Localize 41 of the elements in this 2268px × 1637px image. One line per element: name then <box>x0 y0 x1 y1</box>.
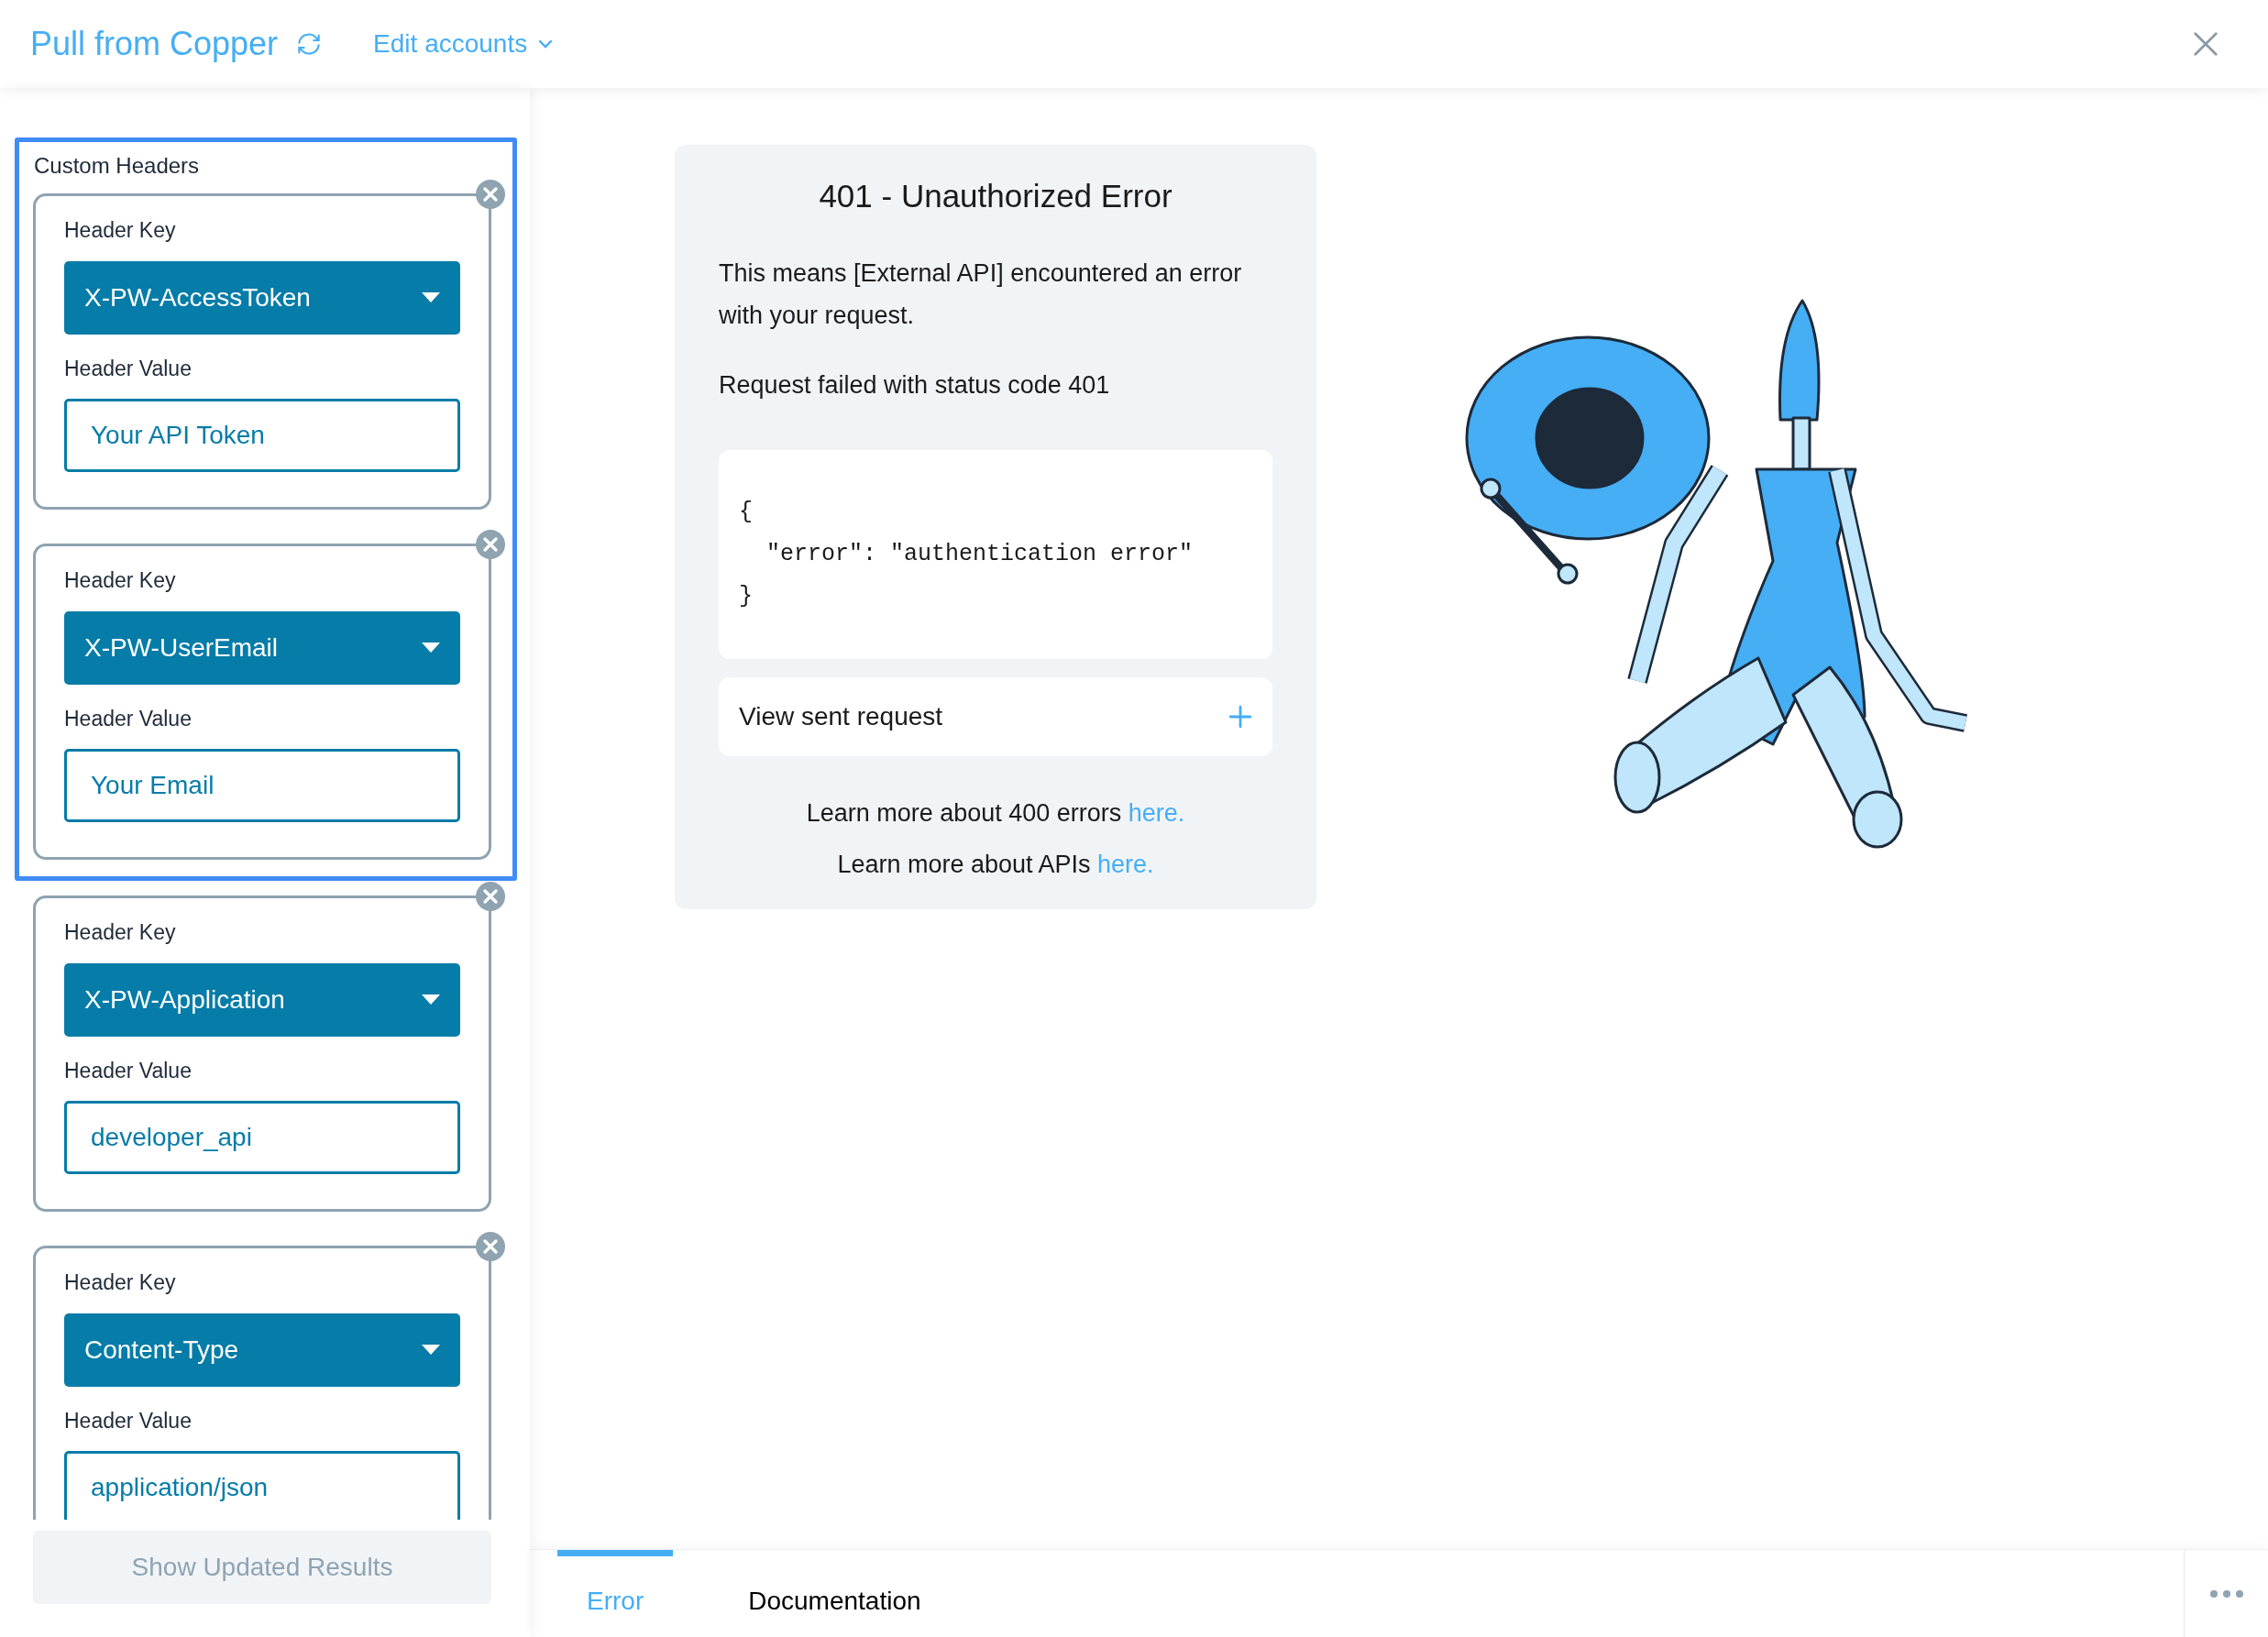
field-label: Header Key <box>64 567 177 594</box>
header-value-input[interactable]: developer_api <box>64 1101 460 1174</box>
remove-icon[interactable] <box>476 1232 505 1261</box>
field-label: Header Value <box>64 355 193 382</box>
view-sent-request-button[interactable]: View sent request <box>719 676 1272 756</box>
more-options-icon[interactable] <box>2208 1588 2244 1599</box>
field-label: Header Value <box>64 705 193 732</box>
field-label: Header Value <box>64 1407 193 1434</box>
code-line: { <box>739 497 754 527</box>
learn-more-text: Learn more about 400 errors here. <box>806 797 1185 829</box>
caret-icon <box>422 1344 440 1356</box>
tab[interactable]: Documentation <box>719 1550 951 1637</box>
header-value-input[interactable]: Your Email <box>64 749 460 822</box>
remove-icon[interactable] <box>476 530 505 559</box>
field-label: Header Key <box>64 919 177 946</box>
header-key-dropdown[interactable]: X-PW-UserEmail <box>64 610 460 685</box>
field-label: Header Key <box>64 217 177 244</box>
remove-icon[interactable] <box>476 180 505 209</box>
header-value-input[interactable]: application/json <box>64 1451 460 1520</box>
remove-icon[interactable] <box>476 882 505 911</box>
header-key-dropdown[interactable]: Content-Type <box>64 1313 460 1387</box>
close-icon[interactable] <box>2192 30 2219 58</box>
caret-icon <box>422 994 440 1005</box>
section-label: Custom Headers <box>34 152 201 180</box>
error-message: This means [External API] encountered an error with your request. <box>719 258 1243 331</box>
caret-icon <box>422 642 440 654</box>
field-label: Header Key <box>64 1269 177 1296</box>
error-message: Request failed with status code 401 <box>719 369 1111 401</box>
header-value-input[interactable]: Your API Token <box>64 399 460 472</box>
error-title: 401 - Unauthorized Error <box>818 177 1173 215</box>
caret-icon <box>422 291 440 303</box>
field-label: Header Value <box>64 1057 193 1084</box>
page-title: Pull from Copper <box>30 24 279 64</box>
edit-accounts-dropdown[interactable]: Edit accounts <box>373 25 556 63</box>
code-line: "error": "authentication error" <box>765 539 1195 569</box>
learn-more-text: Learn more about APIs here. <box>837 850 1154 880</box>
code-line: } <box>739 581 754 611</box>
header-key-dropdown[interactable]: X-PW-Application <box>64 962 460 1037</box>
plus-icon <box>1228 704 1252 729</box>
tab[interactable]: Error <box>557 1550 674 1637</box>
header-key-dropdown[interactable]: X-PW-AccessToken <box>64 260 460 335</box>
